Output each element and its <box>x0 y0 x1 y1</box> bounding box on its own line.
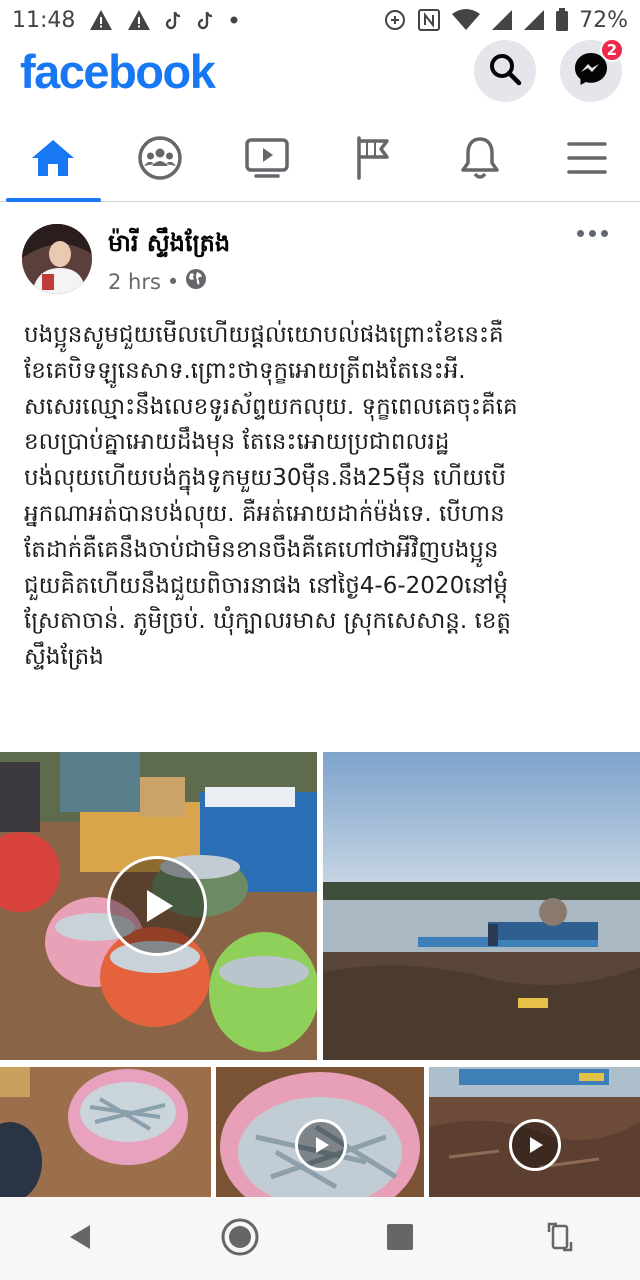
battery-icon <box>555 8 569 32</box>
tab-notifications[interactable] <box>427 118 534 201</box>
recents-icon <box>385 1222 415 1256</box>
play-button[interactable] <box>107 856 207 956</box>
warning-icon <box>127 9 151 31</box>
status-time: 11:48 <box>12 7 76 33</box>
photo-fish-baskets[interactable] <box>0 752 317 1060</box>
photo-riverbank[interactable] <box>429 1067 640 1197</box>
post-text: បងប្អូនសូមជួយមើលហើយផ្តល់យោបល់ផងព្រោះខែនេ… <box>24 318 624 676</box>
post-text-line: ស្រែតាចាន់. ភូមិច្រប់. ឃុំក្បាលរមាស ស្រុ… <box>24 608 512 635</box>
photo-fish-closeup[interactable] <box>216 1067 424 1197</box>
photo-river-boats[interactable] <box>323 752 640 1060</box>
post-text-line: អ្នកណាអត់បានបង់លុយ. គឺអត់អោយដាក់ម៉ង់ទេ. … <box>24 500 505 527</box>
post-header: ម៉ារី ស្ទឹងត្រែង 2 hrs • <box>0 212 640 308</box>
flag-icon <box>353 135 393 185</box>
signal-icon <box>523 9 545 31</box>
wifi-icon <box>451 8 481 32</box>
messenger-button[interactable]: 2 <box>560 38 624 102</box>
author-avatar[interactable] <box>22 224 92 294</box>
nav-back-button[interactable] <box>0 1222 160 1256</box>
bell-icon <box>459 135 501 185</box>
post-meta: 2 hrs • <box>108 268 207 295</box>
status-bar: 11:48 72% <box>0 0 640 40</box>
tab-groups[interactable] <box>107 118 214 201</box>
tab-watch[interactable] <box>213 118 320 201</box>
nfc-icon <box>417 8 441 32</box>
rotate-icon <box>546 1220 574 1258</box>
back-icon <box>66 1222 94 1256</box>
system-nav-bar <box>0 1197 640 1280</box>
data-saver-icon <box>383 8 407 32</box>
tab-bar <box>0 118 640 202</box>
post-media-grid <box>0 752 640 1197</box>
photo-pink-basket-fish[interactable] <box>0 1067 211 1197</box>
post-text-line: ស្ទឹងត្រែង <box>24 644 104 671</box>
tab-pages[interactable] <box>320 118 427 201</box>
meta-separator: • <box>166 269 180 294</box>
tiktok-icon <box>165 10 183 30</box>
tab-home[interactable] <box>0 118 107 202</box>
search-icon <box>488 52 522 90</box>
home-icon <box>30 138 76 182</box>
play-button[interactable] <box>295 1119 347 1171</box>
post-text-line: សសេរឈ្មោះនឹងលេខទូរស័ព្ទយកលុយ. ទុក្ខពេលគេ… <box>24 393 518 420</box>
tiktok-icon <box>197 10 215 30</box>
video-icon <box>244 137 290 183</box>
post-options-button[interactable] <box>577 230 608 237</box>
home-circle-icon <box>220 1217 260 1261</box>
post-text-line: បង់លុយហើយបង់ក្នុងទូកមួយ30ម៉ឺន.នឹង25ម៉ឺន … <box>24 465 506 492</box>
play-icon <box>147 890 173 922</box>
nav-rotate-button[interactable] <box>480 1220 640 1258</box>
messenger-badge: 2 <box>599 38 624 62</box>
nav-recents-button[interactable] <box>320 1222 480 1256</box>
post-text-line: តែដាក់គឺគេនឹងចាប់ជាមិនខានចឹងគឺគេហៅថាអីវិ… <box>24 536 499 563</box>
play-icon <box>316 1137 329 1153</box>
menu-icon <box>566 140 607 180</box>
post-text-line: បងប្អូនសូមជួយមើលហើយផ្តល់យោបល់ផងព្រោះខែនេ… <box>24 322 504 348</box>
warning-icon <box>89 9 113 31</box>
facebook-logo[interactable]: facebook <box>20 44 216 99</box>
post-author[interactable]: ម៉ារី ស្ទឹងត្រែង <box>108 228 230 263</box>
post-text-line: ខែគេបិទឡូនេសាទ.ព្រោះថាទុក្ខអោយត្រីពងតែនេ… <box>24 357 466 384</box>
tab-menu[interactable] <box>533 118 640 201</box>
more-dot <box>601 230 608 237</box>
post-text-line: ជួយគិតហើយនឹងជួយពិចារនាផង នៅថ្ងៃ4-6-2020ន… <box>24 572 508 599</box>
more-dot <box>577 230 584 237</box>
signal-icon <box>491 9 513 31</box>
play-icon <box>530 1137 543 1153</box>
groups-icon <box>137 135 183 185</box>
nav-home-button[interactable] <box>160 1217 320 1261</box>
post-text-line: ខលប្រាប់គ្នាអោយដឹងមុន តែនេះអោយប្រជាពលរដ្… <box>24 429 450 456</box>
search-button[interactable] <box>474 40 536 102</box>
post-time[interactable]: 2 hrs <box>108 270 161 294</box>
play-button[interactable] <box>509 1119 561 1171</box>
app-header: facebook 2 <box>0 38 640 106</box>
more-dot <box>589 230 596 237</box>
battery-percentage: 72% <box>579 7 628 33</box>
dot-icon <box>229 15 239 25</box>
globe-icon <box>185 268 207 295</box>
